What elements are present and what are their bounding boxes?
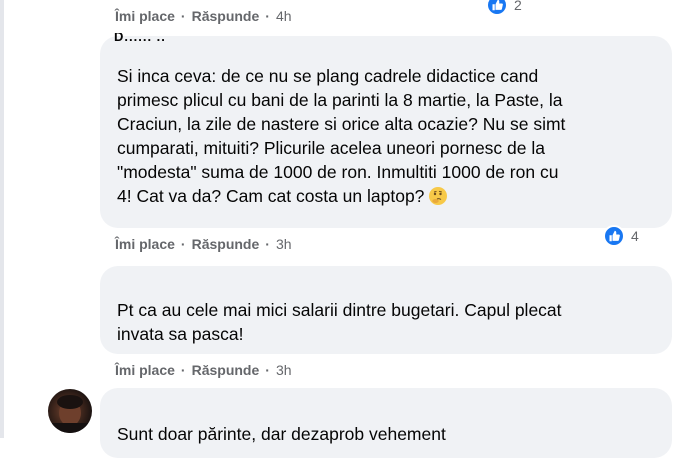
comment-text: Si inca ceva: de ce nu se plang cadrele …	[117, 64, 662, 208]
thinking-face-icon	[429, 187, 448, 205]
like-icon	[603, 225, 625, 247]
left-divider	[0, 0, 4, 438]
separator-dot: ·	[180, 8, 186, 24]
comment-time[interactable]: 4h	[276, 8, 292, 24]
comment-text-body: Si inca ceva: de ce nu se plang cadrele …	[117, 66, 566, 206]
comment-bubble: Sunt doar părinte, dar dezaprob vehement	[100, 388, 672, 458]
separator-dot: ·	[265, 236, 270, 252]
reaction-summary[interactable]: 4	[603, 225, 639, 247]
reaction-count: 2	[514, 0, 522, 13]
separator-dot: ·	[180, 362, 186, 378]
comment-actions: Îmi place · Răspunde · 4h	[115, 8, 292, 24]
like-link[interactable]: Îmi place	[115, 362, 175, 378]
comment-text: Pt ca au cele mai mici salarii dintre bu…	[117, 300, 562, 344]
reply-link[interactable]: Răspunde	[192, 236, 260, 252]
like-link[interactable]: Îmi place	[115, 8, 175, 24]
comment-time[interactable]: 3h	[276, 236, 292, 252]
comment-author[interactable]: D...... ..	[114, 33, 166, 43]
like-icon	[486, 0, 508, 16]
comment-bubble: D...... .. Si inca ceva: de ce nu se pla…	[100, 33, 672, 228]
comment-actions: Îmi place · Răspunde · 3h	[115, 236, 292, 252]
reply-link[interactable]: Răspunde	[192, 362, 260, 378]
comment-bubble: Pt ca au cele mai mici salarii dintre bu…	[100, 266, 672, 354]
reaction-count: 4	[631, 228, 639, 244]
like-link[interactable]: Îmi place	[115, 236, 175, 252]
avatar[interactable]	[48, 389, 92, 433]
separator-dot: ·	[265, 8, 270, 24]
comment-text: Sunt doar părinte, dar dezaprob vehement	[117, 424, 446, 444]
reaction-summary[interactable]: 2	[486, 0, 522, 16]
reply-link[interactable]: Răspunde	[192, 8, 260, 24]
separator-dot: ·	[265, 362, 270, 378]
comment-actions: Îmi place · Răspunde · 3h	[115, 362, 292, 378]
separator-dot: ·	[180, 236, 186, 252]
comment-time[interactable]: 3h	[276, 362, 292, 378]
